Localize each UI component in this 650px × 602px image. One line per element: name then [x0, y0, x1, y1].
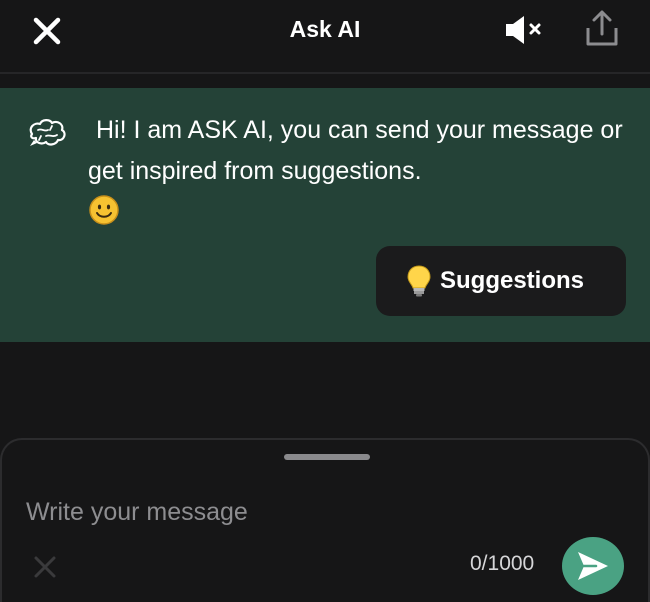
bot-message: Hi! I am ASK AI, you can send your messa…: [0, 88, 650, 342]
drag-handle[interactable]: [284, 454, 370, 460]
bot-message-body: Hi! I am ASK AI, you can send your messa…: [88, 116, 623, 185]
clear-button[interactable]: [32, 554, 58, 580]
suggestions-button[interactable]: Suggestions: [376, 246, 626, 316]
header: Ask AI: [0, 0, 650, 74]
message-composer: 0/1000: [0, 438, 650, 602]
volume-mute-icon: [506, 16, 541, 44]
brain-icon: [29, 119, 66, 146]
bot-avatar: [26, 116, 68, 152]
message-input[interactable]: [26, 492, 626, 532]
send-button[interactable]: [562, 537, 624, 595]
bot-message-text: Hi! I am ASK AI, you can send your messa…: [88, 110, 628, 226]
share-button[interactable]: [582, 8, 622, 50]
mute-button[interactable]: [502, 12, 548, 48]
page-title: Ask AI: [289, 16, 361, 42]
clear-icon: [34, 556, 56, 578]
send-icon: [578, 552, 608, 580]
ask-ai-app: Ask AI Hi! I am ASK AI, you can send you…: [0, 0, 650, 602]
character-counter: 0/1000: [470, 552, 535, 575]
smiley-emoji-icon: [89, 195, 119, 225]
lightbulb-icon: [407, 265, 431, 297]
suggestions-label: Suggestions: [440, 267, 585, 294]
share-upload-icon: [586, 10, 618, 46]
